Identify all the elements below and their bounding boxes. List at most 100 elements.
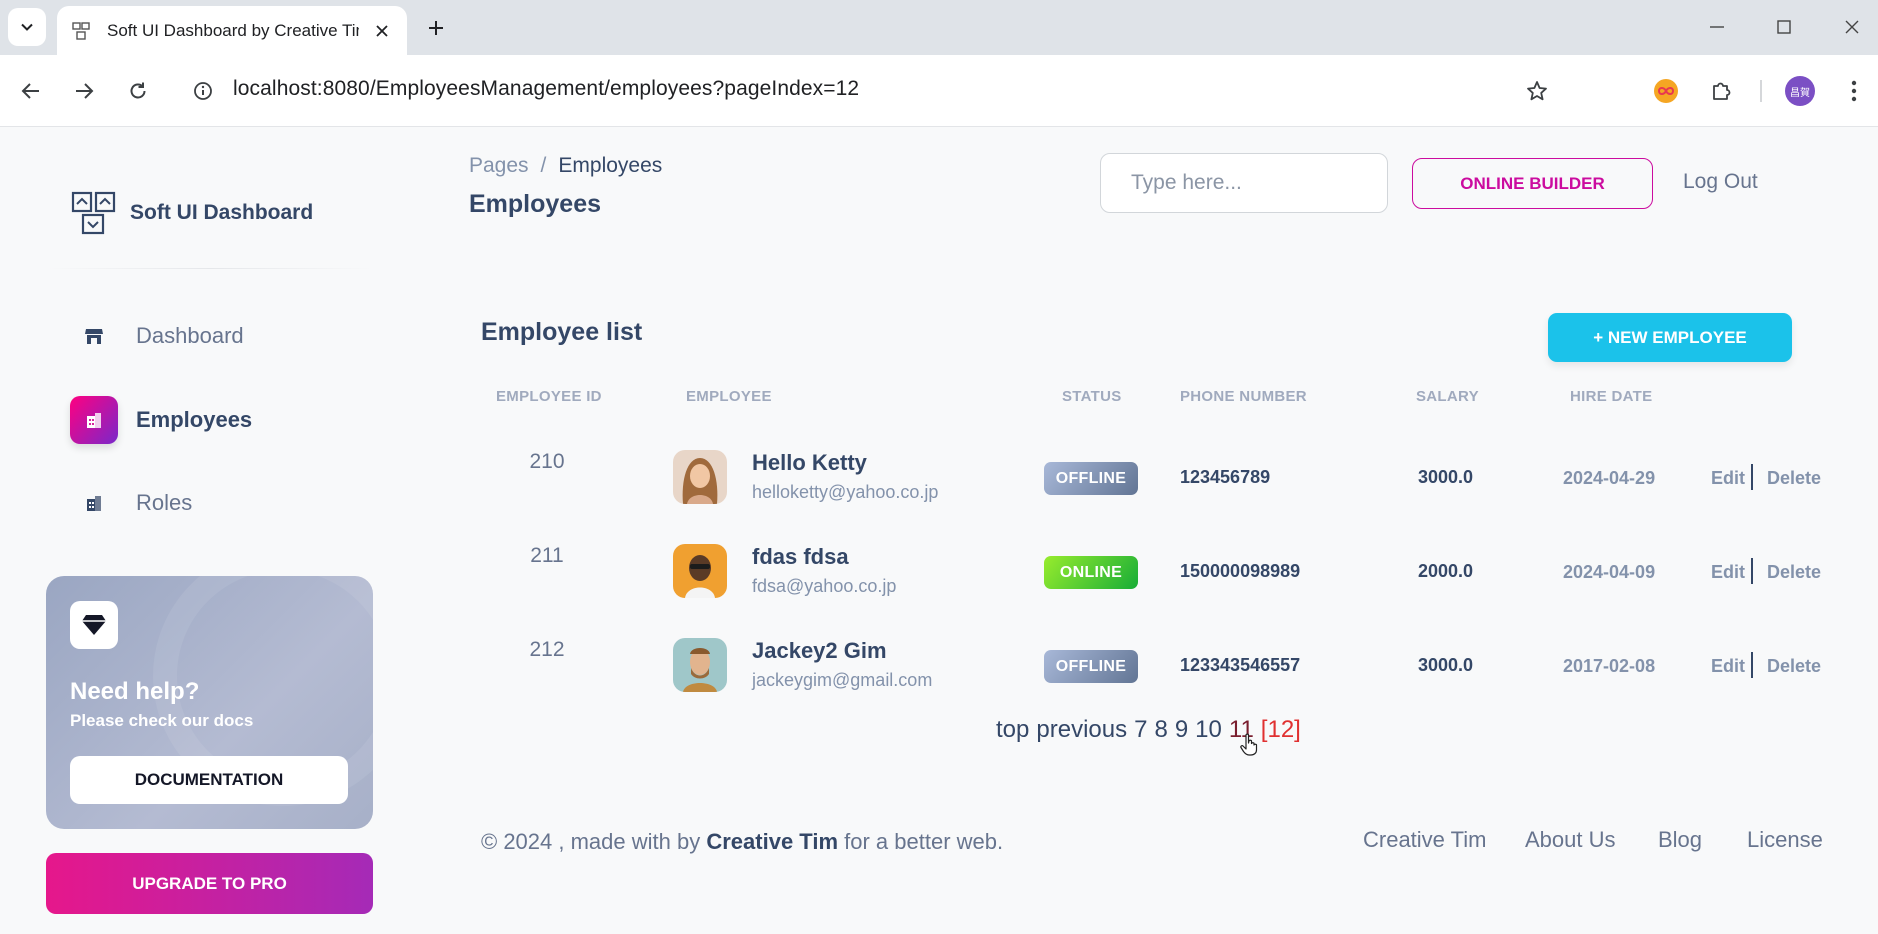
info-icon <box>194 82 212 100</box>
pagination-page-link[interactable]: 9 <box>1175 716 1188 744</box>
column-header: STATUS <box>1062 388 1122 405</box>
footer-copyright: © 2024 , made with by Creative Tim for a… <box>481 829 1003 855</box>
pagination-top-link[interactable]: top <box>996 716 1029 744</box>
sidebar-item-label: Employees <box>136 407 253 432</box>
new-tab-button[interactable] <box>420 12 452 44</box>
tab-title: Soft UI Dashboard by Creative Tim <box>107 20 359 40</box>
browser-toolbar: localhost:8080/EmployeesManagement/emplo… <box>0 55 1878 127</box>
footer-link-license[interactable]: License <box>1747 827 1823 853</box>
breadcrumb-current: Employees <box>558 154 663 177</box>
avatar <box>673 450 727 504</box>
sidebar-brand[interactable]: Soft UI Dashboard <box>71 191 313 235</box>
delete-link[interactable]: Delete <box>1767 468 1821 489</box>
favicon-icon <box>71 21 91 41</box>
pagination-page-link[interactable]: 8 <box>1154 716 1167 744</box>
puzzle-icon <box>1713 82 1731 100</box>
table-row: 211 fdas fdsa fdsa@yahoo.co.jp ONLINE 15… <box>0 544 1878 638</box>
browser-menu-button[interactable] <box>1836 73 1872 109</box>
hire-date: 2024-04-29 <box>1563 468 1656 488</box>
employee-email: fdsa@yahoo.co.jp <box>752 576 897 596</box>
employee-name: Hello Ketty <box>752 450 867 475</box>
table-row: 212 Jackey2 Gim jackeygim@gmail.com OFFL… <box>0 638 1878 732</box>
upgrade-button[interactable]: UPGRADE TO PRO <box>46 853 373 914</box>
action-divider <box>1751 558 1753 584</box>
chevron-down-icon <box>21 23 33 31</box>
window-close-button[interactable] <box>1832 8 1872 46</box>
star-icon <box>1527 81 1547 101</box>
salary: 3000.0 <box>1418 655 1474 675</box>
arrow-left-icon <box>21 83 39 99</box>
sidebar-item-label: Dashboard <box>136 323 244 348</box>
avatar <box>673 638 727 692</box>
edit-link[interactable]: Edit <box>1711 468 1745 489</box>
avatar <box>673 544 727 598</box>
logout-link[interactable]: Log Out <box>1683 170 1758 194</box>
profile-button[interactable]: 昌賀 <box>1782 73 1818 109</box>
employee-id: 212 <box>529 638 565 661</box>
browser-tab[interactable]: Soft UI Dashboard by Creative Tim <box>57 6 407 55</box>
address-bar[interactable]: localhost:8080/EmployeesManagement/emplo… <box>233 77 859 101</box>
more-vertical-icon <box>1851 80 1857 102</box>
table-row: 210 Hello Ketty helloketty@yahoo.co.jp O… <box>0 450 1878 544</box>
employee-email: jackeygim@gmail.com <box>752 670 933 690</box>
footer-link-creative-tim[interactable]: Creative Tim <box>1363 827 1486 853</box>
status-badge: ONLINE <box>1044 556 1138 589</box>
extensions-button[interactable] <box>1703 73 1739 109</box>
hire-date: 2017-02-08 <box>1563 656 1656 676</box>
edit-link[interactable]: Edit <box>1711 656 1745 677</box>
pagination-previous-link[interactable]: previous <box>1036 716 1127 744</box>
profile-avatar: 昌賀 <box>1785 76 1815 106</box>
back-button[interactable] <box>13 73 49 109</box>
sidebar-item-dashboard[interactable]: Dashboard <box>70 312 244 360</box>
footer-link-blog[interactable]: Blog <box>1658 827 1702 853</box>
column-header: EMPLOYEE <box>686 388 772 405</box>
forward-button[interactable] <box>66 73 102 109</box>
column-header: SALARY <box>1416 388 1479 405</box>
employee-id: 210 <box>529 450 565 473</box>
pagination-current-page: [12] <box>1260 716 1301 743</box>
edit-link[interactable]: Edit <box>1711 562 1745 583</box>
delete-link[interactable]: Delete <box>1767 562 1821 583</box>
new-employee-button[interactable]: + NEW EMPLOYEE <box>1548 313 1792 362</box>
employee-email: helloketty@yahoo.co.jp <box>752 482 939 502</box>
arrow-right-icon <box>76 83 94 99</box>
documentation-button[interactable]: DOCUMENTATION <box>70 756 348 804</box>
footer-author-link[interactable]: Creative Tim <box>706 829 838 854</box>
column-header: PHONE NUMBER <box>1180 388 1307 405</box>
plus-icon <box>429 21 443 35</box>
salary: 2000.0 <box>1418 561 1474 581</box>
extension-infinity-button[interactable] <box>1648 73 1684 109</box>
phone-number: 123343546557 <box>1180 655 1301 675</box>
page-title: Employees <box>469 190 602 218</box>
pagination-page-link[interactable]: 10 <box>1195 716 1222 744</box>
office-icon <box>70 396 118 444</box>
brand-name: Soft UI Dashboard <box>130 201 314 224</box>
tab-search-button[interactable] <box>8 8 46 46</box>
hire-date: 2024-04-09 <box>1563 562 1656 582</box>
logo-icon <box>71 191 116 235</box>
maximize-button[interactable] <box>1764 8 1804 46</box>
site-info-button[interactable] <box>185 73 221 109</box>
footer-link-about-us[interactable]: About Us <box>1525 827 1616 853</box>
reload-button[interactable] <box>120 73 156 109</box>
search-input[interactable] <box>1100 153 1388 213</box>
sidebar-item-employees[interactable]: Employees <box>70 396 252 444</box>
minimize-button[interactable] <box>1697 8 1737 46</box>
footer-suffix: for a better web. <box>844 829 1004 854</box>
employee-name: fdas fdsa <box>752 544 849 569</box>
online-builder-button[interactable]: ONLINE BUILDER <box>1412 158 1653 209</box>
breadcrumb: Pages / Employees <box>469 154 662 178</box>
delete-link[interactable]: Delete <box>1767 656 1821 677</box>
close-icon[interactable] <box>371 20 393 42</box>
breadcrumb-link-pages[interactable]: Pages <box>469 154 529 178</box>
footer-prefix: © 2024 , made with by <box>481 829 701 854</box>
pagination-page-link[interactable]: 7 <box>1134 716 1147 744</box>
shop-icon <box>70 312 118 360</box>
action-divider <box>1751 464 1753 490</box>
hand-cursor-icon <box>1240 733 1258 756</box>
status-badge: OFFLINE <box>1044 650 1138 683</box>
maximize-icon <box>1777 20 1791 34</box>
minimize-icon <box>1710 26 1724 28</box>
bookmark-button[interactable] <box>1519 73 1555 109</box>
column-header: HIRE DATE <box>1570 388 1653 405</box>
